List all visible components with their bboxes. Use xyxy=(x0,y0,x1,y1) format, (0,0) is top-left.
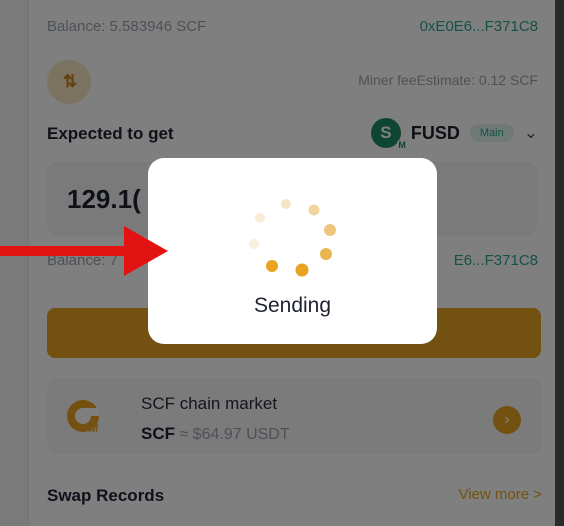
sending-label: Sending xyxy=(253,294,332,317)
window-edge xyxy=(555,0,564,526)
app-screen: Balance: 5.583946 SCF 0xE0E6...F371C8 ⇅ … xyxy=(0,0,555,526)
red-arrow-icon xyxy=(0,226,168,276)
sending-toast: Sending xyxy=(148,158,437,344)
loading-spinner-icon xyxy=(249,199,336,277)
